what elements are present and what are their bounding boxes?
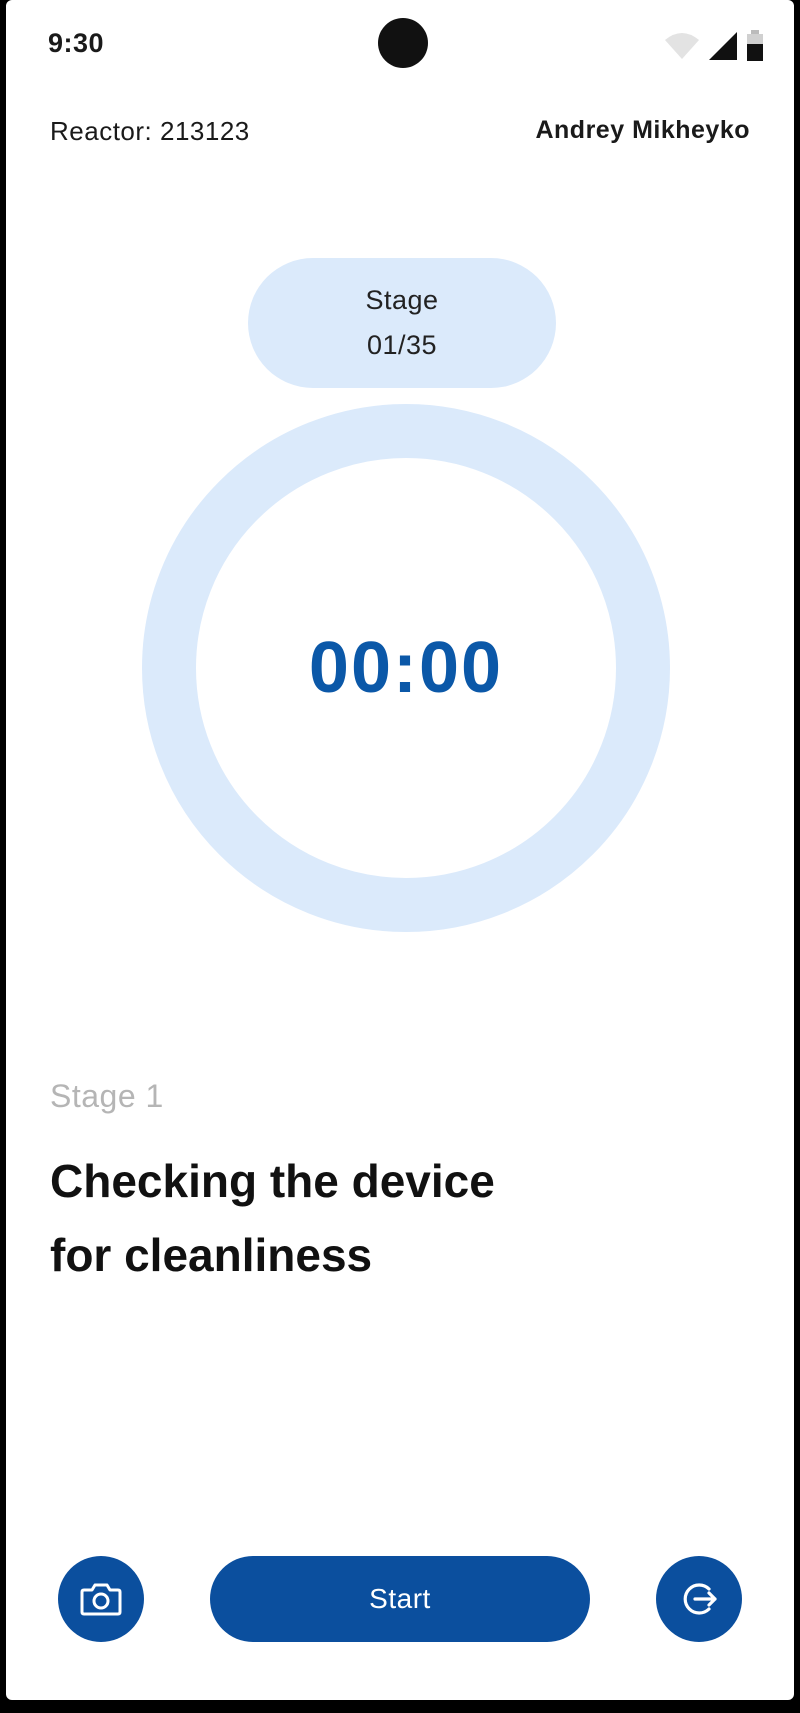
camera-button[interactable] xyxy=(58,1556,144,1642)
user-name: Andrey Mikheyko xyxy=(535,116,750,144)
stage-caption: Stage 1 xyxy=(50,1078,164,1114)
stage-title: Checking the device for cleanliness xyxy=(50,1144,650,1292)
bottom-action-bar: Start xyxy=(6,1556,794,1642)
stage-pill-label: Stage xyxy=(365,285,439,315)
timer-value: 00:00 xyxy=(308,628,504,708)
status-icons xyxy=(664,30,764,62)
exit-button[interactable] xyxy=(656,1556,742,1642)
wifi-icon xyxy=(665,33,699,59)
stage-counter-pill: Stage 01/35 xyxy=(248,258,556,388)
camera-icon xyxy=(80,1583,122,1616)
camera-notch xyxy=(378,18,428,68)
battery-icon xyxy=(747,30,763,61)
status-time: 9:30 xyxy=(48,28,105,58)
reactor-label: Reactor: 213123 xyxy=(50,116,250,146)
stage-title-line2: for cleanliness xyxy=(50,1229,373,1281)
stage-pill-counter: 01/35 xyxy=(366,330,438,360)
exit-icon xyxy=(683,1583,717,1615)
start-button[interactable]: Start xyxy=(210,1556,590,1642)
stage-title-line1: Checking the device xyxy=(50,1155,495,1207)
phone-screen: 9:30 Reactor: 213123 Andrey Mikheyko Sta… xyxy=(6,0,794,1700)
signal-icon xyxy=(709,32,737,60)
